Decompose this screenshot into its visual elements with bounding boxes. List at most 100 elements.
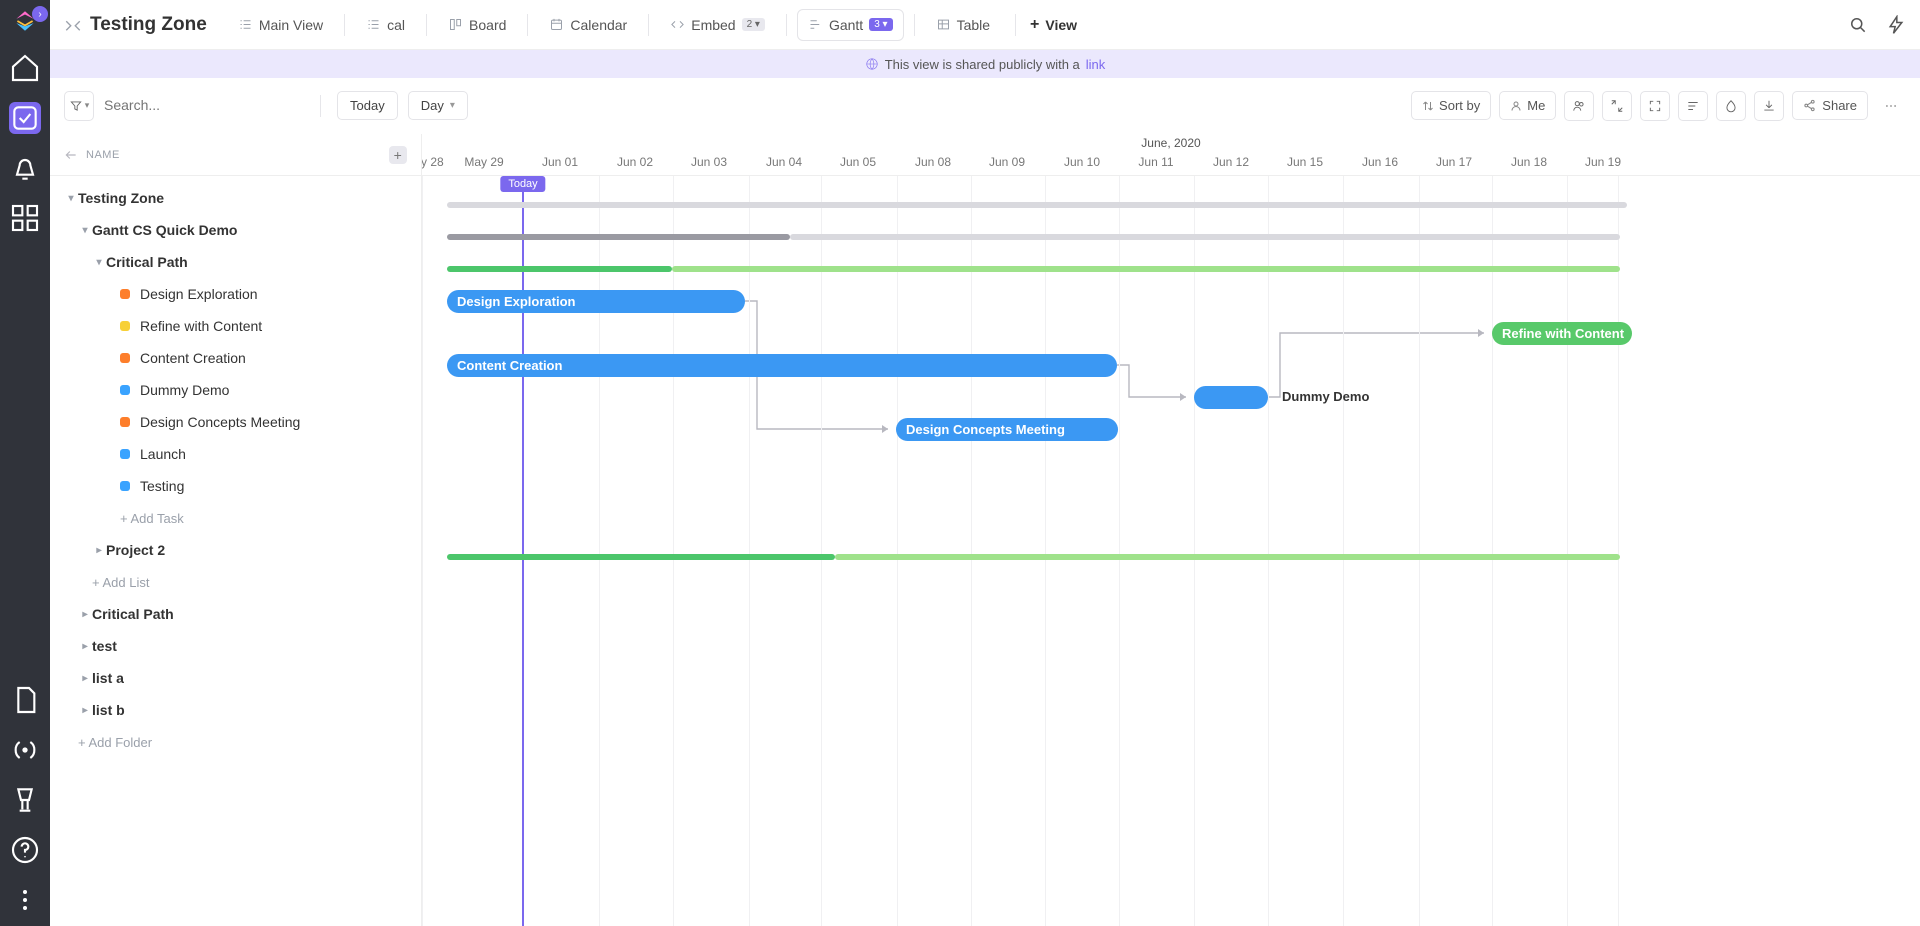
topbar: Testing Zone Main View cal Board Calendar Em…: [50, 0, 1920, 50]
banner-text: This view is shared publicly with a: [885, 57, 1080, 72]
day-label: Jun 05: [840, 155, 876, 169]
tree-task[interactable]: Launch: [50, 438, 421, 470]
gantt-bar[interactable]: Content Creation: [447, 354, 1117, 377]
page-title[interactable]: Testing Zone: [64, 14, 207, 36]
tab-table[interactable]: Table: [925, 9, 1001, 41]
day-label: Jun 10: [1064, 155, 1100, 169]
today-button[interactable]: Today: [337, 91, 398, 120]
day-label: Jun 17: [1436, 155, 1472, 169]
add-column-button[interactable]: +: [389, 146, 407, 164]
reschedule-button[interactable]: [1678, 91, 1708, 121]
me-filter[interactable]: Me: [1499, 91, 1556, 120]
day-label: May 29: [464, 155, 503, 169]
gantt-toolbar: ▾ Today Day▾ Sort by Me Share: [50, 78, 1920, 134]
tree-item[interactable]: ▸Critical Path: [50, 598, 421, 630]
collapse-button[interactable]: [1602, 91, 1632, 121]
tab-cal[interactable]: cal: [355, 9, 416, 41]
export-button[interactable]: [1754, 91, 1784, 121]
color-button[interactable]: [1716, 91, 1746, 121]
rail-tasks[interactable]: [9, 102, 41, 134]
share-button[interactable]: Share: [1792, 91, 1868, 120]
tree-task[interactable]: Dummy Demo: [50, 374, 421, 406]
tree-item[interactable]: ▸list a: [50, 662, 421, 694]
tab-embed[interactable]: Embed 2 ▾: [659, 9, 776, 41]
tab-label: Embed: [691, 17, 735, 33]
scale-selector[interactable]: Day▾: [408, 91, 468, 120]
nav-rail: ›: [0, 0, 50, 926]
tab-label: Calendar: [570, 17, 627, 33]
day-label: Jun 01: [542, 155, 578, 169]
add-view-button[interactable]: +View: [1030, 16, 1077, 34]
day-label: Jun 04: [766, 155, 802, 169]
day-label: Jun 15: [1287, 155, 1323, 169]
summary-bar[interactable]: [672, 266, 1620, 272]
day-label: Jun 09: [989, 155, 1025, 169]
tab-main-view[interactable]: Main View: [227, 9, 334, 41]
app-logo[interactable]: ›: [12, 8, 38, 34]
automation-icon[interactable]: [1886, 15, 1906, 35]
tab-badge: 2 ▾: [742, 18, 765, 31]
tree-list-critical-path[interactable]: ▾Critical Path: [50, 246, 421, 278]
search-icon[interactable]: [1848, 15, 1868, 35]
gantt-bar[interactable]: Refine with Content: [1492, 322, 1632, 345]
day-label: Jun 11: [1138, 155, 1173, 169]
fullscreen-button[interactable]: [1640, 91, 1670, 121]
add-list-button[interactable]: + Add List: [50, 566, 421, 598]
day-label: Jun 19: [1585, 155, 1621, 169]
filter-button[interactable]: ▾: [64, 91, 94, 121]
day-label: Jun 18: [1511, 155, 1547, 169]
tree-task[interactable]: Design Exploration: [50, 278, 421, 310]
tab-label: Gantt: [829, 17, 863, 33]
gantt-bar[interactable]: Design Concepts Meeting: [896, 418, 1118, 441]
search-input[interactable]: [104, 97, 304, 115]
collapse-tree-icon[interactable]: [64, 148, 78, 162]
rail-docs[interactable]: [9, 684, 41, 716]
tree-folder[interactable]: ▾Gantt CS Quick Demo: [50, 214, 421, 246]
tab-gantt[interactable]: Gantt3 ▾: [797, 9, 904, 41]
month-label: June, 2020: [422, 134, 1920, 152]
tab-label: cal: [387, 17, 405, 33]
public-banner: This view is shared publicly with a link: [50, 50, 1920, 78]
tree-task[interactable]: Content Creation: [50, 342, 421, 374]
today-marker: Today: [500, 176, 545, 192]
tree-task[interactable]: Testing: [50, 470, 421, 502]
more-button[interactable]: [1876, 91, 1906, 121]
tree-item[interactable]: ▸test: [50, 630, 421, 662]
summary-bar[interactable]: [447, 266, 672, 272]
tab-label: Table: [957, 17, 990, 33]
summary-bar[interactable]: [835, 554, 1620, 560]
gantt-chart[interactable]: June, 2020 May 28May 29Jun 01Jun 02Jun 0…: [422, 134, 1920, 926]
gantt-bar[interactable]: Design Exploration: [447, 290, 745, 313]
tree-task[interactable]: Design Concepts Meeting: [50, 406, 421, 438]
rail-home[interactable]: [9, 52, 41, 84]
add-task-button[interactable]: + Add Task: [50, 502, 421, 534]
rail-dashboards[interactable]: [9, 202, 41, 234]
tree-space[interactable]: ▾Testing Zone: [50, 182, 421, 214]
tree-task[interactable]: Refine with Content: [50, 310, 421, 342]
expand-sidebar-icon[interactable]: ›: [32, 6, 48, 22]
summary-bar[interactable]: [447, 234, 790, 240]
tab-board[interactable]: Board: [437, 9, 517, 41]
sort-button[interactable]: Sort by: [1411, 91, 1491, 120]
rail-pulse[interactable]: [9, 734, 41, 766]
tree-list-project-2[interactable]: ▸Project 2: [50, 534, 421, 566]
rail-notifications[interactable]: [9, 152, 41, 184]
tab-label: Main View: [259, 17, 323, 33]
rail-more[interactable]: [9, 884, 41, 916]
gantt-bar-label: Dummy Demo: [1282, 389, 1369, 404]
tree-item[interactable]: ▸list b: [50, 694, 421, 726]
summary-bar[interactable]: [447, 554, 835, 560]
banner-link[interactable]: link: [1086, 57, 1106, 72]
summary-bar[interactable]: [790, 234, 1620, 240]
summary-bar[interactable]: [447, 202, 1627, 208]
day-label: Jun 08: [915, 155, 951, 169]
assignee-filter[interactable]: [1564, 91, 1594, 121]
day-label: May 28: [422, 155, 444, 169]
gantt-bar[interactable]: [1194, 386, 1268, 409]
tab-calendar[interactable]: Calendar: [538, 9, 638, 41]
rail-help[interactable]: [9, 834, 41, 866]
rail-goals[interactable]: [9, 784, 41, 816]
day-label: Jun 03: [691, 155, 727, 169]
add-folder-button[interactable]: + Add Folder: [50, 726, 421, 758]
day-label: Jun 12: [1213, 155, 1249, 169]
